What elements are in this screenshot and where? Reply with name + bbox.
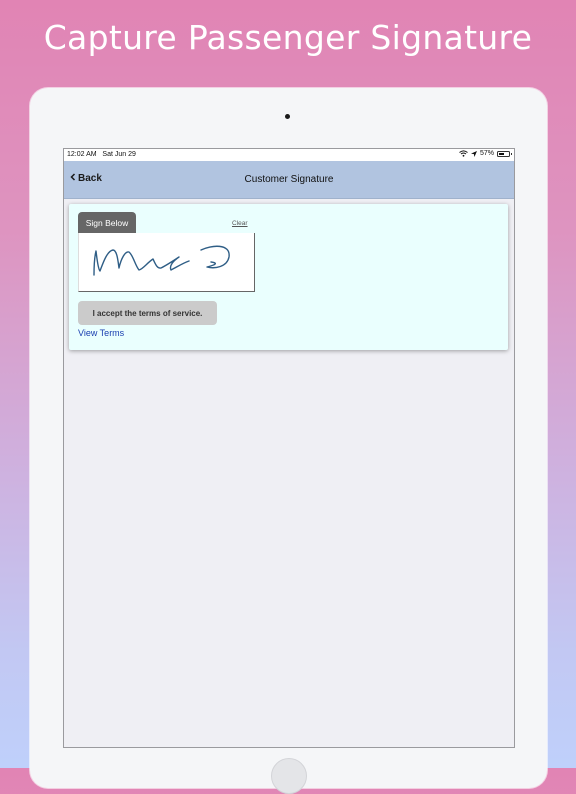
status-bar: 12:02 AM Sat Jun 29 57%: [64, 149, 514, 161]
camera-dot: [285, 114, 290, 119]
signature-card: Sign Below Clear I accept the terms of s…: [69, 204, 508, 350]
sign-below-tab: Sign Below: [78, 212, 136, 233]
nav-bar: Back Customer Signature: [64, 161, 514, 199]
accept-terms-button[interactable]: I accept the terms of service.: [78, 301, 217, 325]
status-date: Sat Jun 29: [102, 151, 136, 158]
signature-stroke: [93, 245, 230, 276]
app-screen: 12:02 AM Sat Jun 29 57% Back Customer Si…: [63, 148, 515, 748]
tablet-frame: 12:02 AM Sat Jun 29 57% Back Customer Si…: [30, 88, 547, 794]
battery-icon: [497, 150, 512, 157]
status-time-date: 12:02 AM Sat Jun 29: [67, 151, 136, 158]
signature-pad[interactable]: [78, 233, 255, 292]
promo-headline: Capture Passenger Signature: [43, 18, 533, 57]
page-title: Customer Signature: [244, 174, 334, 185]
home-button[interactable]: [271, 758, 307, 794]
clear-signature-link[interactable]: Clear: [232, 220, 248, 227]
status-indicators: 57%: [459, 150, 512, 157]
battery-percent: 57%: [479, 150, 494, 157]
status-time: 12:02 AM: [67, 151, 97, 158]
location-icon: [470, 150, 477, 157]
view-terms-link[interactable]: View Terms: [78, 328, 124, 338]
battery-fill: [499, 152, 505, 155]
wifi-icon: [459, 150, 468, 157]
